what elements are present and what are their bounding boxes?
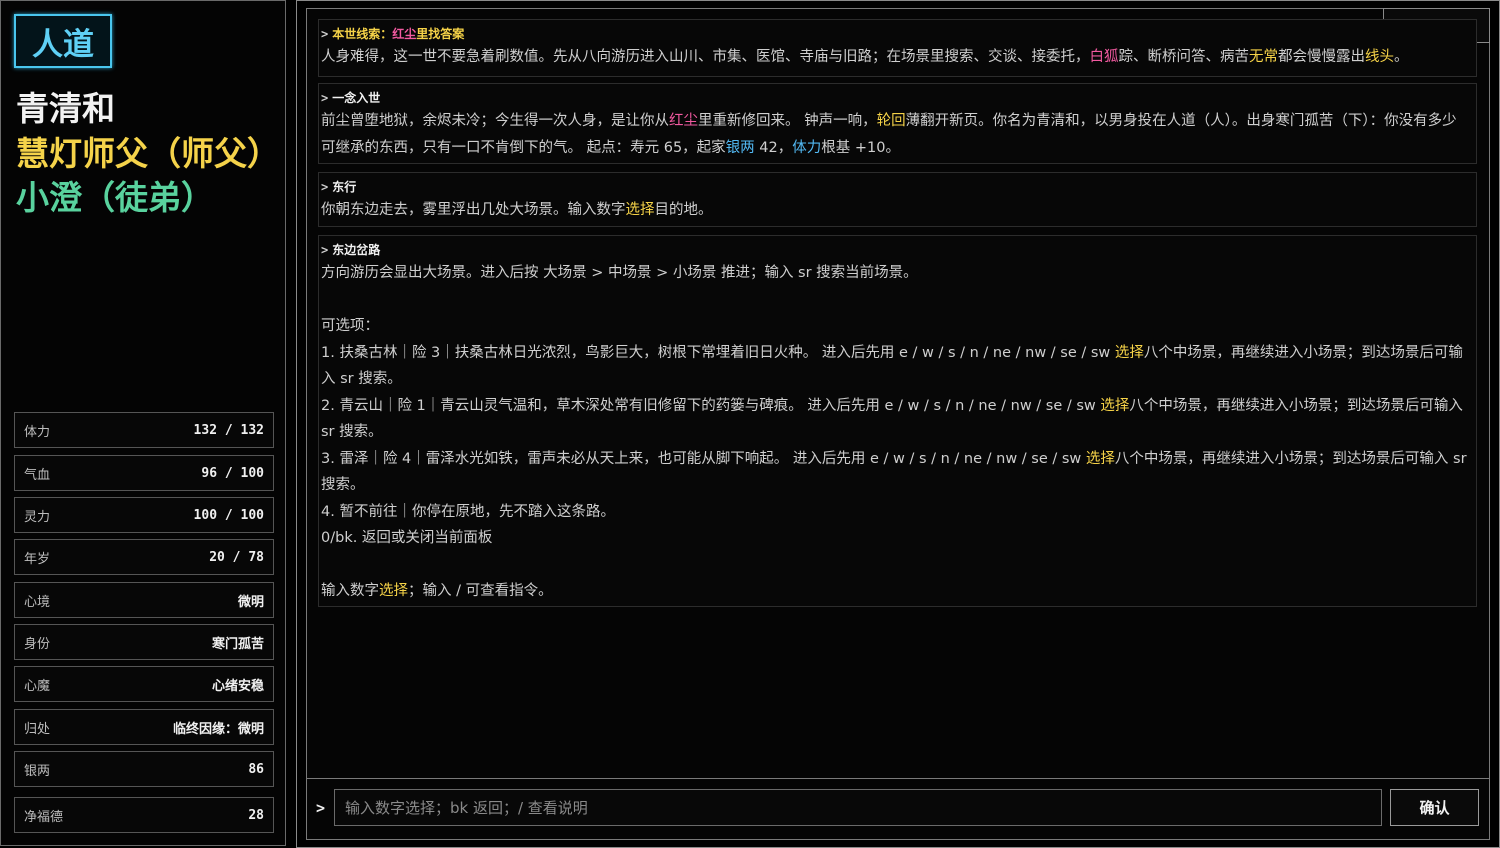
card-body: 方向游历会显出大场景。进入后按 大场景 > 中场景 > 小场景 推进；输入 sr… — [321, 260, 1470, 605]
stat-row-demon: 心魔 心绪安稳 — [14, 666, 274, 702]
realm-badge: 人道 — [14, 14, 112, 68]
stat-label: 银两 — [24, 763, 51, 779]
command-input[interactable] — [334, 789, 1382, 826]
chevron-right-icon: > — [321, 27, 329, 41]
card-title: > 本世线索：红尘里找答案 — [321, 27, 465, 41]
birth-card: > 一念入世 前尘曾堕地狱，余烬未冷；今生得一次人身，是让你从红尘里重新修回来。 … — [318, 83, 1477, 164]
stat-value: 寒门孤苦 — [211, 636, 264, 652]
chevron-right-icon: > — [321, 91, 329, 105]
option-3: 3. 雷泽｜险 4｜雷泽水光如铁，雷声未必从天上来，也可能从脚下响起。 进入后先… — [321, 450, 1467, 494]
stat-value: 微明 — [237, 594, 264, 610]
option-1: 1. 扶桑古林｜险 3｜扶桑古林日光浓烈，鸟影巨大，树根下常埋着旧日火种。 进入… — [321, 344, 1463, 388]
stat-label: 心境 — [24, 594, 51, 610]
stat-label: 灵力 — [24, 509, 51, 525]
stat-value: 132 / 132 — [193, 422, 264, 438]
chevron-right-icon: > — [321, 243, 329, 257]
stat-row-mood: 心境 微明 — [14, 582, 274, 618]
card-body: 人身难得，这一世不要急着刷数值。先从八向游历进入山川、市集、医馆、寺庙与旧路；在… — [321, 49, 1409, 65]
confirm-button[interactable]: 确认 — [1390, 789, 1479, 826]
prompt-chevron-icon: > — [316, 799, 326, 817]
stat-row-stamina: 体力 132 / 132 — [14, 412, 274, 448]
stat-label: 心魔 — [24, 678, 51, 694]
card-title: > 东边岔路 — [321, 243, 381, 257]
card-title: > 东行 — [321, 180, 357, 194]
stat-row-spirit: 灵力 100 / 100 — [14, 497, 274, 533]
disciple-name: 小澄（徒弟） — [16, 178, 214, 217]
stat-row-blood: 气血 96 / 100 — [14, 455, 274, 491]
input-divider — [306, 778, 1490, 779]
clue-card: > 本世线索：红尘里找答案 人身难得，这一世不要急着刷数值。先从八向游历进入山川、… — [318, 19, 1477, 77]
east-card: > 东行 你朝东边走去，雾里浮出几处大场景。输入数字选择目的地。 — [318, 172, 1477, 227]
stat-value: 20 / 78 — [209, 549, 264, 565]
stat-row-silver: 银两 86 — [14, 751, 274, 787]
option-2: 2. 青云山｜险 1｜青云山灵气温和，草木深处常有旧修留下的药篓与碑痕。 进入后… — [321, 397, 1463, 441]
option-4: 4. 暂不前往｜你停在原地，先不踏入这条路。 — [321, 503, 615, 520]
card-body: 你朝东边走去，雾里浮出几处大场景。输入数字选择目的地。 — [321, 202, 713, 218]
stat-row-destination: 归处 临终因缘：微明 — [14, 709, 274, 745]
options-label: 可选项： — [321, 318, 379, 334]
fork-intro: 方向游历会显出大场景。进入后按 大场景 > 中场景 > 小场景 推进；输入 sr… — [321, 265, 918, 281]
character-name: 青清和 — [16, 89, 115, 128]
stat-label: 净福德 — [24, 809, 64, 825]
stat-label: 气血 — [24, 467, 51, 483]
stat-label: 身份 — [24, 636, 51, 652]
fork-footer: 输入数字选择；输入 / 可查看指令。 — [321, 583, 553, 599]
chevron-right-icon: > — [321, 180, 329, 194]
fork-card: > 东边岔路 方向游历会显出大场景。进入后按 大场景 > 中场景 > 小场景 推进… — [318, 235, 1477, 607]
stat-value: 心绪安稳 — [211, 678, 264, 694]
stat-value: 86 — [248, 761, 264, 777]
stat-row-merit: 净福德 28 — [14, 797, 274, 833]
stat-value: 96 / 100 — [201, 465, 264, 481]
stat-value: 100 / 100 — [193, 507, 264, 523]
card-body: 前尘曾堕地狱，余烬未冷；今生得一次人身，是让你从红尘里重新修回来。 钟声一响，轮… — [321, 113, 1457, 156]
option-back: 0/bk. 返回或关闭当前面板 — [321, 530, 493, 546]
card-title: > 一念入世 — [321, 91, 381, 105]
stat-label: 归处 — [24, 721, 51, 737]
stat-value: 28 — [248, 807, 264, 823]
stat-row-identity: 身份 寒门孤苦 — [14, 624, 274, 660]
stat-value: 临终因缘：微明 — [172, 721, 264, 737]
stat-label: 年岁 — [24, 551, 51, 567]
stat-label: 体力 — [24, 424, 51, 440]
stat-row-age: 年岁 20 / 78 — [14, 539, 274, 575]
master-name: 慧灯师父（师父） — [16, 134, 280, 173]
